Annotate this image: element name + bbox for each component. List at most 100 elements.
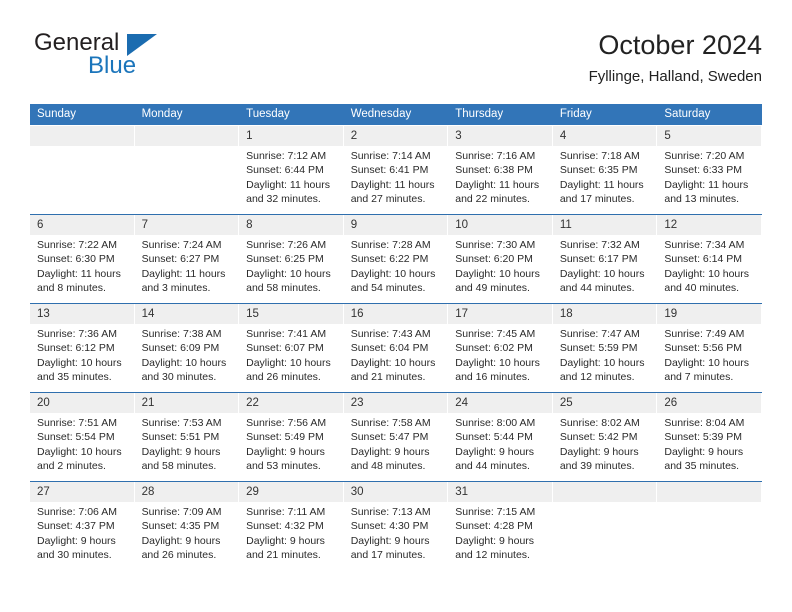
daylight-text-line2: and 58 minutes. <box>246 282 321 295</box>
day-cell-27[interactable]: 27 Sunrise: 7:06 AM Sunset: 4:37 PM Dayligh… <box>30 482 135 570</box>
day-number: 23 <box>350 397 364 409</box>
day-cell-empty <box>134 126 240 214</box>
day-cell-9[interactable]: 9 Sunrise: 7:28 AM Sunset: 6:22 PM Daylight… <box>343 215 449 303</box>
day-cell-12[interactable]: 12 Sunrise: 7:34 AM Sunset: 6:14 PM Dayligh… <box>657 215 762 303</box>
day-cell-15[interactable]: 15 Sunrise: 7:41 AM Sunset: 6:07 PM Dayligh… <box>239 304 344 392</box>
day-cell-2[interactable]: 2 Sunrise: 7:14 AM Sunset: 6:41 PM Daylight… <box>343 126 449 214</box>
day-number-band: 24 <box>448 393 552 413</box>
day-cell-7[interactable]: 7 Sunrise: 7:24 AM Sunset: 6:27 PM Daylight… <box>134 215 240 303</box>
day-details: Sunrise: 7:15 AM Sunset: 4:28 PM Daylight:… <box>448 502 553 563</box>
sunset-text: Sunset: 6:33 PM <box>664 164 743 177</box>
sunset-text: Sunset: 5:47 PM <box>350 431 429 444</box>
day-cell-10[interactable]: 10 Sunrise: 7:30 AM Sunset: 6:20 PM Dayligh… <box>448 215 553 303</box>
day-cell-31[interactable]: 31 Sunrise: 7:15 AM Sunset: 4:28 PM Dayligh… <box>448 482 553 570</box>
daylight-text-line2: and 39 minutes. <box>559 460 635 473</box>
day-cell-3[interactable]: 3 Sunrise: 7:16 AM Sunset: 6:38 PM Daylight… <box>448 126 553 214</box>
day-cell-26[interactable]: 26 Sunrise: 8:04 AM Sunset: 5:39 PM Dayligh… <box>657 393 762 481</box>
day-cell-13[interactable]: 13 Sunrise: 7:36 AM Sunset: 6:12 PM Dayligh… <box>30 304 135 392</box>
day-cell-28[interactable]: 28 Sunrise: 7:09 AM Sunset: 4:35 PM Dayligh… <box>134 482 240 570</box>
day-details: Sunrise: 7:06 AM Sunset: 4:37 PM Daylight:… <box>30 502 135 563</box>
day-cell-empty <box>657 482 762 570</box>
weekday-header-sunday: Sunday <box>37 108 77 120</box>
day-number: 16 <box>350 308 364 320</box>
day-number-band: 10 <box>448 215 552 235</box>
day-cell-4[interactable]: 4 Sunrise: 7:18 AM Sunset: 6:35 PM Daylight… <box>552 126 658 214</box>
sunrise-text: Sunrise: 7:06 AM <box>37 506 117 518</box>
brand-logo: General Blue <box>30 28 260 92</box>
daylight-text-line2: and 17 minutes. <box>350 549 426 562</box>
daylight-text-line2: and 53 minutes. <box>246 460 321 473</box>
sunset-text: Sunset: 6:41 PM <box>350 164 429 177</box>
day-number: 4 <box>559 130 567 142</box>
day-cell-23[interactable]: 23 Sunrise: 7:58 AM Sunset: 5:47 PM Dayligh… <box>343 393 449 481</box>
sunrise-text: Sunrise: 7:49 AM <box>664 328 745 340</box>
day-cell-17[interactable]: 17 Sunrise: 7:45 AM Sunset: 6:02 PM Dayligh… <box>448 304 553 392</box>
day-cell-1[interactable]: 1 Sunrise: 7:12 AM Sunset: 6:44 PM Daylight… <box>239 126 344 214</box>
sunset-text: Sunset: 4:30 PM <box>350 520 429 533</box>
sunset-text: Sunset: 6:12 PM <box>37 342 115 355</box>
sunrise-text: Sunrise: 7:56 AM <box>246 417 327 429</box>
day-number: 18 <box>559 308 573 320</box>
daylight-text-line1: Daylight: 9 hours <box>141 445 221 458</box>
sunrise-text: Sunrise: 8:00 AM <box>455 417 536 429</box>
sunrise-text: Sunrise: 8:04 AM <box>664 417 745 429</box>
day-number: 13 <box>37 308 50 320</box>
day-details: Sunrise: 7:18 AM Sunset: 6:35 PM Daylight:… <box>553 146 658 207</box>
day-number-band: 14 <box>134 304 239 324</box>
day-number: 5 <box>664 130 671 142</box>
weekday-header-monday: Monday <box>141 108 183 120</box>
sunset-text: Sunset: 6:09 PM <box>141 342 220 355</box>
sunrise-text: Sunrise: 7:16 AM <box>455 150 536 162</box>
day-cell-22[interactable]: 22 Sunrise: 7:56 AM Sunset: 5:49 PM Dayligh… <box>239 393 344 481</box>
sunrise-text: Sunrise: 7:32 AM <box>559 239 640 251</box>
sunrise-text: Sunrise: 7:14 AM <box>350 150 431 162</box>
daylight-text-line2: and 12 minutes. <box>559 371 635 384</box>
day-cell-25[interactable]: 25 Sunrise: 8:02 AM Sunset: 5:42 PM Dayligh… <box>552 393 658 481</box>
day-cell-20[interactable]: 20 Sunrise: 7:51 AM Sunset: 5:54 PM Dayligh… <box>30 393 135 481</box>
page-title: October 2024 <box>598 30 762 60</box>
day-details: Sunrise: 7:13 AM Sunset: 4:30 PM Daylight:… <box>344 502 449 563</box>
day-number-band: 31 <box>448 482 552 502</box>
daylight-text-line2: and 17 minutes. <box>559 193 635 206</box>
sunset-text: Sunset: 4:35 PM <box>141 520 220 533</box>
day-cell-8[interactable]: 8 Sunrise: 7:26 AM Sunset: 6:25 PM Daylight… <box>239 215 344 303</box>
day-cell-14[interactable]: 14 Sunrise: 7:38 AM Sunset: 6:09 PM Dayligh… <box>134 304 240 392</box>
day-cell-6[interactable]: 6 Sunrise: 7:22 AM Sunset: 6:30 PM Daylight… <box>30 215 135 303</box>
day-cell-16[interactable]: 16 Sunrise: 7:43 AM Sunset: 6:04 PM Dayligh… <box>343 304 449 392</box>
day-cell-21[interactable]: 21 Sunrise: 7:53 AM Sunset: 5:51 PM Dayligh… <box>134 393 240 481</box>
day-cell-19[interactable]: 19 Sunrise: 7:49 AM Sunset: 5:56 PM Dayligh… <box>657 304 762 392</box>
calendar-week-row: 1 Sunrise: 7:12 AM Sunset: 6:44 PM Daylight… <box>30 126 762 214</box>
daylight-text-line1: Daylight: 11 hours <box>559 178 644 191</box>
daylight-text-line1: Daylight: 11 hours <box>455 178 540 191</box>
daylight-text-line1: Daylight: 10 hours <box>37 356 122 369</box>
day-details: Sunrise: 8:02 AM Sunset: 5:42 PM Daylight:… <box>553 413 658 474</box>
daylight-text-line2: and 26 minutes. <box>246 371 321 384</box>
day-cell-24[interactable]: 24 Sunrise: 8:00 AM Sunset: 5:44 PM Dayligh… <box>448 393 553 481</box>
daylight-text-line2: and 40 minutes. <box>664 282 740 295</box>
sunset-text: Sunset: 6:07 PM <box>246 342 324 355</box>
sunset-text: Sunset: 5:51 PM <box>141 431 220 444</box>
day-cell-5[interactable]: 5 Sunrise: 7:20 AM Sunset: 6:33 PM Daylight… <box>657 126 762 214</box>
week-cells: 1 Sunrise: 7:12 AM Sunset: 6:44 PM Daylight… <box>30 126 762 214</box>
sunrise-text: Sunrise: 7:20 AM <box>664 150 745 162</box>
daylight-text-line2: and 21 minutes. <box>350 371 426 384</box>
day-cell-29[interactable]: 29 Sunrise: 7:11 AM Sunset: 4:32 PM Dayligh… <box>239 482 344 570</box>
sunset-text: Sunset: 5:44 PM <box>455 431 533 444</box>
day-number: 1 <box>246 130 253 142</box>
day-number-band: 9 <box>343 215 448 235</box>
day-number: 24 <box>455 397 469 409</box>
day-details: Sunrise: 7:49 AM Sunset: 5:56 PM Daylight:… <box>657 324 762 385</box>
daylight-text-line1: Daylight: 10 hours <box>141 356 227 369</box>
day-cell-18[interactable]: 18 Sunrise: 7:47 AM Sunset: 5:59 PM Dayligh… <box>552 304 658 392</box>
sunset-text: Sunset: 5:56 PM <box>664 342 743 355</box>
day-number-band: 25 <box>552 393 657 413</box>
day-cell-30[interactable]: 30 Sunrise: 7:13 AM Sunset: 4:30 PM Dayligh… <box>343 482 449 570</box>
day-number: 7 <box>141 219 148 231</box>
day-number: 28 <box>141 486 155 498</box>
sunset-text: Sunset: 5:39 PM <box>664 431 743 444</box>
day-details: Sunrise: 7:58 AM Sunset: 5:47 PM Daylight:… <box>344 413 449 474</box>
day-number-band: 22 <box>239 393 343 413</box>
sunrise-text: Sunrise: 7:43 AM <box>350 328 431 340</box>
day-details <box>553 502 658 505</box>
day-cell-11[interactable]: 11 Sunrise: 7:32 AM Sunset: 6:17 PM Dayligh… <box>552 215 658 303</box>
